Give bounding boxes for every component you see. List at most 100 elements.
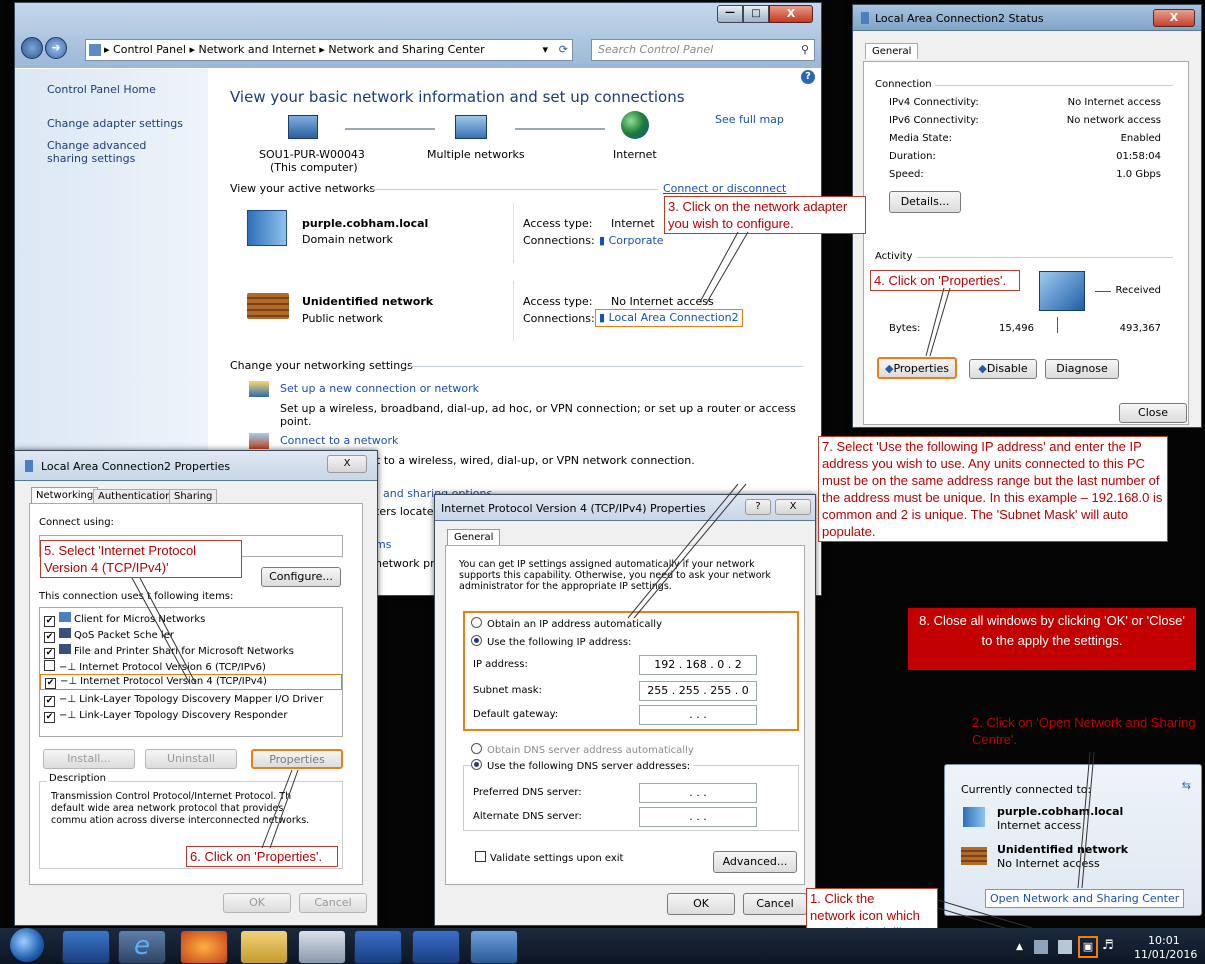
list-item[interactable]: ✔ −⊥ Link-Layer Topology Discovery Respond… (44, 710, 287, 723)
connect-disconnect-link[interactable]: Connect or disconnect (663, 182, 786, 195)
checkbox-checked[interactable]: ✔ (44, 632, 55, 643)
clock-date[interactable]: 11/01/2016 (1134, 948, 1197, 961)
list-item[interactable]: −⊥ Internet Protocol Version 6 (TCP/IPv6) (44, 660, 266, 673)
address-bar[interactable]: ▸ Control Panel ▸ Network and Internet ▸… (85, 39, 573, 61)
refresh-icon[interactable]: ⇆ (1182, 779, 1191, 792)
radio-off[interactable] (471, 617, 482, 628)
tab-authentication[interactable]: Authentication (93, 489, 177, 503)
close-button[interactable]: X (769, 5, 813, 23)
checkbox-checked[interactable]: ✔ (45, 678, 56, 689)
clock-time[interactable]: 10:01 (1148, 934, 1180, 947)
tray-arrow-icon[interactable]: ▲ (1016, 942, 1023, 952)
setup-connection-link[interactable]: Set up a new connection or network (280, 382, 479, 395)
flyout-net1-name[interactable]: purple.cobham.local (997, 805, 1123, 818)
sidebar-item-change-advanced[interactable]: Change advanced sharing settings (47, 139, 187, 165)
checkbox-unchecked[interactable] (44, 660, 55, 671)
status-close-x-button[interactable]: X (1153, 9, 1195, 27)
back-button[interactable] (21, 37, 43, 59)
tab-sharing[interactable]: Sharing (169, 489, 218, 503)
use-following-ip-radio[interactable]: Use the following IP address: (471, 635, 631, 648)
pref-dns-field[interactable]: . . . (639, 783, 757, 803)
checkbox-unchecked[interactable] (475, 851, 486, 862)
checkbox-checked[interactable]: ✔ (44, 648, 55, 659)
configure-button[interactable]: Configure... (261, 567, 341, 587)
ipv4-close-x-button[interactable]: X (775, 499, 811, 515)
tab-general[interactable]: General (447, 529, 501, 545)
ipv4-ok-button[interactable]: OK (667, 893, 735, 915)
list-item[interactable]: ✔ Client for Micros Networks (44, 612, 205, 627)
tray-volume-icon[interactable]: ♬ (1102, 938, 1114, 953)
flyout-net2-name[interactable]: Unidentified network (997, 843, 1128, 856)
use-dns-radio[interactable]: Use the following DNS server addresses: (471, 759, 694, 772)
validate-checkbox[interactable]: Validate settings upon exit (475, 851, 623, 864)
note-step-4: 4. Click on 'Properties'. (870, 270, 1020, 291)
status-close-button[interactable]: Close (1119, 403, 1187, 423)
outlook-taskbar-icon[interactable] (62, 930, 110, 964)
firefox-taskbar-icon[interactable] (180, 930, 228, 964)
props-ok-button[interactable]: OK (223, 893, 291, 913)
tray-flag-icon[interactable] (1058, 940, 1072, 954)
props-cancel-button[interactable]: Cancel (299, 893, 367, 913)
explorer-taskbar-icon[interactable] (240, 930, 288, 964)
details-button[interactable]: Details... (889, 191, 961, 213)
advanced-button[interactable]: Advanced... (713, 851, 797, 873)
disable-button[interactable]: ◆Disable (969, 359, 1037, 379)
install-button[interactable]: Install... (43, 749, 135, 769)
forward-button[interactable]: ➜ (45, 37, 67, 59)
list-item[interactable]: ✔ QoS Packet Sche ler (44, 628, 174, 643)
breadcrumb-network-internet[interactable]: Network and Internet (199, 43, 316, 56)
computer-icon (288, 115, 318, 139)
tray-network-icon[interactable]: ▣ (1078, 936, 1098, 958)
subnet-mask-label: Subnet mask: (473, 685, 542, 696)
refresh-icon[interactable]: ⟳ (559, 40, 568, 60)
tab-networking[interactable]: Networking (31, 487, 99, 503)
connect-network-link[interactable]: Connect to a network (280, 434, 398, 447)
uninstall-button[interactable]: Uninstall (145, 749, 237, 769)
media-label: Media State: (889, 133, 953, 144)
minimize-button[interactable]: — (717, 5, 743, 23)
help-button[interactable]: ? (745, 499, 771, 515)
control-panel-taskbar-icon[interactable] (470, 930, 518, 964)
see-full-map-link[interactable]: See full map (715, 113, 784, 126)
status-properties-button[interactable]: ◆Properties (877, 357, 957, 379)
breadcrumb-control-panel[interactable]: Control Panel (113, 43, 186, 56)
tab-general[interactable]: General (865, 43, 919, 59)
list-item-ipv4[interactable]: ✔ −⊥ Internet Protocol Version 4 (TCP/IPv4… (40, 674, 342, 690)
maximize-button[interactable]: □ (743, 5, 769, 23)
open-network-center-link[interactable]: Open Network and Sharing Center (985, 889, 1185, 908)
search-input[interactable]: Search Control Panel ⚲ (591, 39, 815, 61)
radio-on[interactable] (471, 635, 482, 646)
help-icon[interactable]: ? (801, 70, 815, 84)
breadcrumb-arrow-icon: ▸ (319, 43, 329, 56)
checkbox-checked[interactable]: ✔ (44, 616, 55, 627)
diagnose-button[interactable]: Diagnose (1045, 359, 1119, 379)
list-item[interactable]: ✔ −⊥ Link-Layer Topology Discovery Mapper … (44, 694, 323, 707)
visio-taskbar-icon[interactable] (354, 930, 402, 964)
sidebar-item-change-adapter[interactable]: Change adapter settings (47, 117, 183, 130)
dropdown-arrow-icon[interactable]: ▾ (542, 40, 548, 60)
ipv4-cancel-button[interactable]: Cancel (743, 893, 807, 915)
local-area-connection2-link[interactable]: ▮ Local Area Connection2 (595, 309, 743, 327)
search-icon[interactable]: ⚲ (801, 40, 809, 60)
alt-dns-field[interactable]: . . . (639, 807, 757, 827)
subnet-mask-field[interactable]: 255 . 255 . 255 . 0 (639, 681, 757, 701)
tray-icon[interactable] (1034, 940, 1048, 954)
start-button[interactable] (10, 928, 44, 962)
props-properties-button[interactable]: Properties (251, 749, 343, 769)
sidebar-item-control-panel-home[interactable]: Control Panel Home (47, 83, 156, 96)
obtain-ip-auto-radio[interactable]: Obtain an IP address automatically (471, 617, 662, 630)
props-close-x-button[interactable]: X (327, 455, 367, 473)
obtain-dns-auto-radio[interactable]: Obtain DNS server address automatically (471, 743, 694, 756)
radio-off[interactable] (471, 743, 482, 754)
radio-on[interactable] (471, 759, 482, 770)
checkbox-checked[interactable]: ✔ (44, 696, 55, 707)
calculator-taskbar-icon[interactable] (298, 930, 346, 964)
ip-address-field[interactable]: 192 . 168 . 0 . 2 (639, 655, 757, 675)
list-item[interactable]: ✔ File and Printer Shari for Microsoft Ne… (44, 644, 294, 659)
ie-taskbar-icon[interactable]: e (118, 930, 166, 964)
net1-conn-link[interactable]: ▮ Corporate (599, 234, 664, 247)
word-taskbar-icon[interactable] (412, 930, 460, 964)
breadcrumb-network-sharing[interactable]: Network and Sharing Center (328, 43, 484, 56)
checkbox-checked[interactable]: ✔ (44, 712, 55, 723)
gateway-field[interactable]: . . . (639, 705, 757, 725)
